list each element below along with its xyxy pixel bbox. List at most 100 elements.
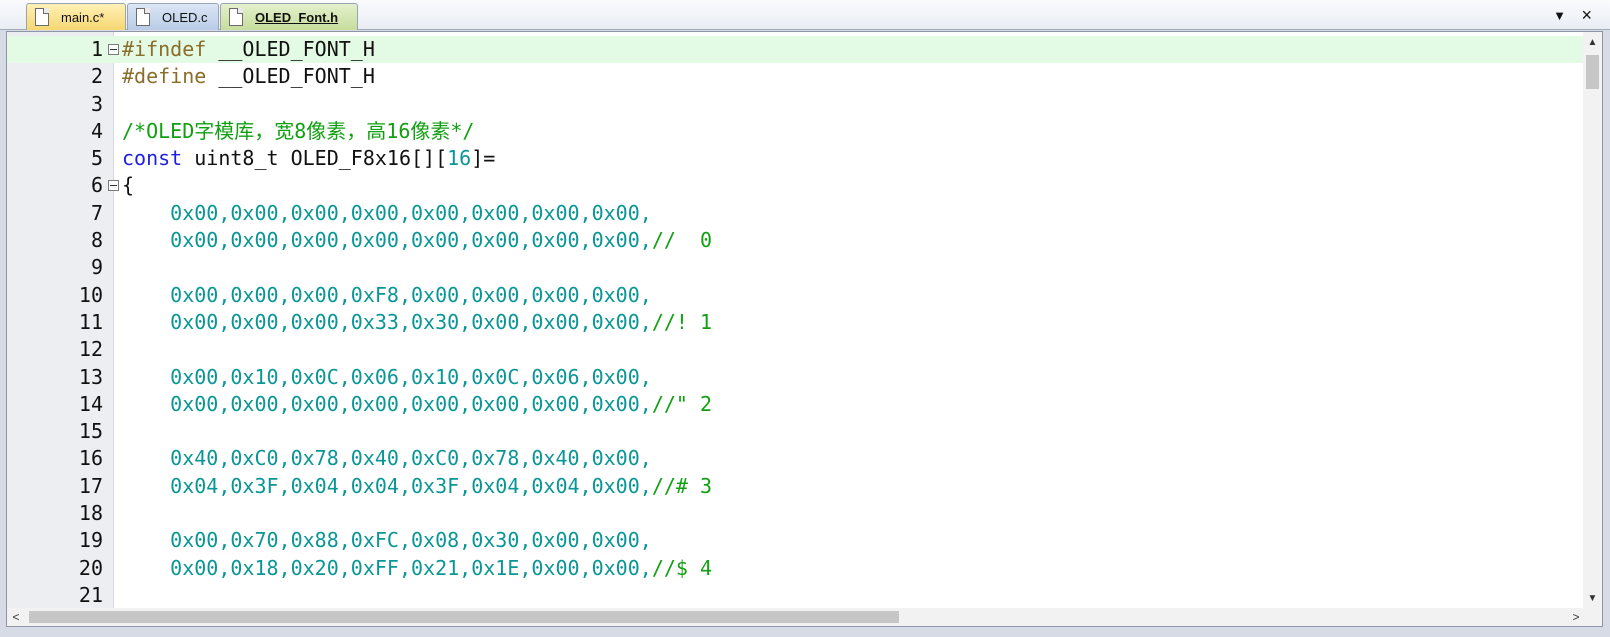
tab-label: main.c*	[61, 9, 105, 25]
code-line[interactable]: 10 0x00,0x00,0x00,0xF8,0x00,0x00,0x00,0x…	[7, 282, 1587, 309]
horizontal-scroll-thumb[interactable]	[29, 611, 899, 623]
line-text: 0x00,0x70,0x88,0xFC,0x08,0x30,0x00,0x00,	[122, 527, 652, 554]
fold-collapse-icon[interactable]	[108, 180, 119, 192]
line-number: 16	[78, 446, 103, 471]
code-token: const	[122, 146, 183, 171]
code-line[interactable]: 12	[7, 336, 1587, 363]
line-text: 0x00,0x00,0x00,0x00,0x00,0x00,0x00,0x00,	[122, 200, 652, 227]
line-number: 20	[78, 555, 103, 580]
code-token: 0x40,0xC0,0x78,0x40,0xC0,0x78,0x40,0x00,	[122, 446, 652, 471]
vertical-scrollbar[interactable]: ▲ ▼	[1583, 32, 1602, 610]
line-number: 5	[90, 146, 103, 171]
line-text: const uint8_t OLED_F8x16[][16]=	[122, 145, 495, 172]
line-number: 21	[78, 582, 103, 607]
code-token: //$ 4	[651, 555, 713, 580]
code-line[interactable]: 6{	[7, 172, 1587, 199]
code-line[interactable]: 7 0x00,0x00,0x00,0x00,0x00,0x00,0x00,0x0…	[7, 200, 1587, 227]
code-token: 0x00,0x18,0x20,0xFF,0x21,0x1E,0x00,0x00,	[122, 555, 652, 580]
code-line[interactable]: 17 0x04,0x3F,0x04,0x04,0x3F,0x04,0x04,0x…	[7, 473, 1587, 500]
tab-bar: main.c* OLED.c OLED_Font.h ▼ ×	[0, 0, 1610, 30]
line-text: 0x00,0x00,0x00,0x00,0x00,0x00,0x00,0x00,…	[122, 227, 712, 254]
code-line[interactable]: 5 const uint8_t OLED_F8x16[][16]=	[7, 145, 1587, 172]
code-token: 16	[447, 146, 472, 171]
line-number: 14	[78, 391, 103, 416]
tab-list-dropdown-icon[interactable]: ▼	[1553, 8, 1566, 23]
line-text: 0x00,0x00,0x00,0x00,0x00,0x00,0x00,0x00,…	[122, 391, 712, 418]
code-token: ]=	[471, 146, 496, 171]
code-token: //" 2	[651, 391, 713, 416]
code-line[interactable]: 16 0x40,0xC0,0x78,0x40,0xC0,0x78,0x40,0x…	[7, 445, 1587, 472]
document-icon	[136, 8, 150, 26]
scroll-down-icon[interactable]: ▼	[1583, 590, 1602, 608]
code-token: uint8_t OLED_F8x16[][	[182, 146, 448, 171]
line-number: 1	[7, 36, 103, 64]
code-token: 0x00,0x00,0x00,0x33,0x30,0x00,0x00,0x00,	[122, 309, 652, 334]
tab-label: OLED.c	[162, 9, 208, 25]
code-line[interactable]: 13 0x00,0x10,0x0C,0x06,0x10,0x0C,0x06,0x…	[7, 364, 1587, 391]
scroll-up-icon[interactable]: ▲	[1583, 34, 1602, 52]
code-line[interactable]: 4 /*OLED字模库，宽8像素，高16像素*/	[7, 118, 1587, 145]
line-number: 12	[78, 337, 103, 362]
code-line[interactable]: 14 0x00,0x00,0x00,0x00,0x00,0x00,0x00,0x…	[7, 391, 1587, 418]
line-number: 8	[90, 228, 103, 253]
code-editor[interactable]: 1 #ifndef __OLED_FONT_H 2 #define __OLED_FO…	[6, 31, 1603, 627]
line-number: 2	[90, 64, 103, 89]
code-token: 0x00,0x00,0x00,0x00,0x00,0x00,0x00,0x00,	[122, 200, 652, 225]
code-line[interactable]: 19 0x00,0x70,0x88,0xFC,0x08,0x30,0x00,0x…	[7, 527, 1587, 554]
code-token: #define	[122, 64, 219, 89]
line-number: 18	[78, 501, 103, 526]
code-area[interactable]: 1 #ifndef __OLED_FONT_H 2 #define __OLED_FO…	[7, 36, 1587, 609]
line-text: 0x40,0xC0,0x78,0x40,0xC0,0x78,0x40,0x00,	[122, 445, 652, 472]
code-line[interactable]: 15	[7, 418, 1587, 445]
code-token: //# 3	[651, 473, 713, 498]
code-token: 0x00,0x70,0x88,0xFC,0x08,0x30,0x00,0x00,	[122, 528, 652, 553]
scroll-left-icon[interactable]: <	[7, 608, 25, 626]
vertical-scroll-thumb[interactable]	[1586, 55, 1599, 89]
line-number: 15	[78, 419, 103, 444]
code-line[interactable]: 8 0x00,0x00,0x00,0x00,0x00,0x00,0x00,0x0…	[7, 227, 1587, 254]
code-token: #ifndef	[122, 37, 219, 61]
code-line[interactable]: 1 #ifndef __OLED_FONT_H	[7, 36, 1587, 64]
close-tab-icon[interactable]: ×	[1581, 5, 1592, 26]
code-token: /*OLED字模库，宽8像素，高16像素*/	[122, 118, 475, 143]
code-token: 0x00,0x00,0x00,0xF8,0x00,0x00,0x00,0x00,	[122, 282, 652, 307]
line-number: 7	[90, 200, 103, 225]
code-line[interactable]: 9	[7, 254, 1587, 281]
line-text: 0x00,0x00,0x00,0xF8,0x00,0x00,0x00,0x00,	[122, 282, 652, 309]
line-number: 13	[78, 364, 103, 389]
code-token: 0x00,0x00,0x00,0x00,0x00,0x00,0x00,0x00,	[122, 391, 652, 416]
tab-oled-c[interactable]: OLED.c	[127, 3, 219, 30]
code-token: __OLED_FONT_H	[218, 37, 375, 61]
line-number: 3	[90, 91, 103, 116]
line-number: 11	[78, 309, 103, 334]
document-icon	[229, 8, 243, 26]
code-token: __OLED_FONT_H	[218, 64, 375, 89]
tab-label: OLED_Font.h	[255, 9, 339, 25]
line-number: 9	[90, 255, 103, 280]
line-number: 19	[78, 528, 103, 553]
code-line[interactable]: 21	[7, 582, 1587, 609]
code-token: {	[122, 173, 135, 198]
scrollbar-corner	[1583, 608, 1602, 626]
code-line[interactable]: 18	[7, 500, 1587, 527]
line-number: 4	[90, 118, 103, 143]
code-token: // 0	[651, 228, 713, 253]
line-text: 0x00,0x18,0x20,0xFF,0x21,0x1E,0x00,0x00,…	[122, 555, 712, 582]
tab-oled-font-h[interactable]: OLED_Font.h	[220, 3, 358, 30]
line-text: 0x00,0x00,0x00,0x33,0x30,0x00,0x00,0x00,…	[122, 309, 712, 336]
code-line[interactable]: 3	[7, 91, 1587, 118]
horizontal-scrollbar[interactable]: < >	[7, 608, 1585, 626]
document-icon	[35, 8, 49, 26]
code-line[interactable]: 11 0x00,0x00,0x00,0x33,0x30,0x00,0x00,0x…	[7, 309, 1587, 336]
tab-main-c[interactable]: main.c*	[26, 3, 126, 30]
fold-collapse-icon[interactable]	[108, 44, 119, 55]
line-text: {	[122, 172, 134, 199]
line-number: 10	[78, 282, 103, 307]
line-text: #ifndef __OLED_FONT_H	[122, 36, 375, 63]
code-token: 0x00,0x00,0x00,0x00,0x00,0x00,0x00,0x00,	[122, 228, 652, 253]
line-text: 0x00,0x10,0x0C,0x06,0x10,0x0C,0x06,0x00,	[122, 364, 652, 391]
line-text: #define __OLED_FONT_H	[122, 63, 375, 90]
line-number: 6	[90, 173, 103, 198]
code-line[interactable]: 2 #define __OLED_FONT_H	[7, 63, 1587, 90]
code-line[interactable]: 20 0x00,0x18,0x20,0xFF,0x21,0x1E,0x00,0x…	[7, 555, 1587, 582]
